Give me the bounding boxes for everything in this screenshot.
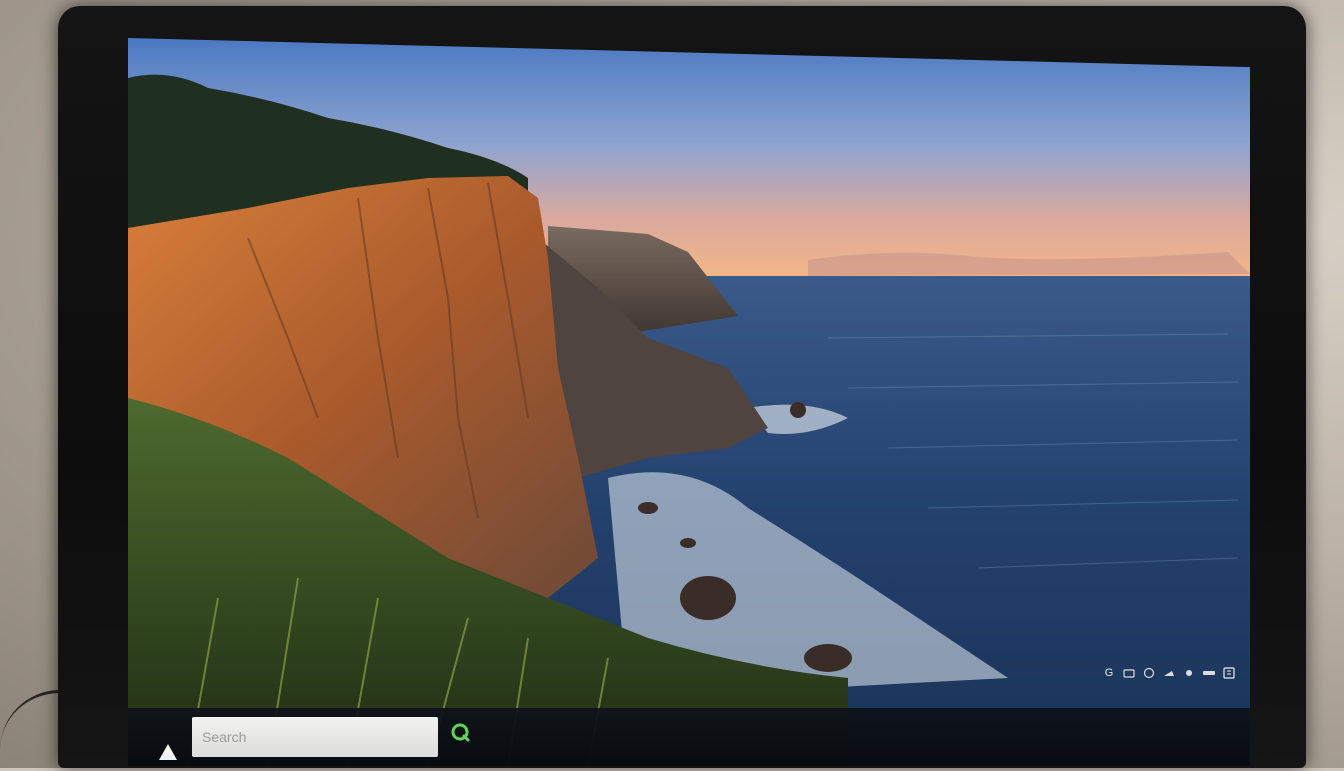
cloud-icon[interactable] (1142, 666, 1156, 680)
network-icon[interactable] (1122, 666, 1136, 680)
tray-label[interactable]: G (1102, 666, 1116, 680)
app-button[interactable] (446, 718, 474, 746)
display-icon[interactable] (1162, 666, 1176, 680)
triangle-up-icon (159, 744, 177, 760)
desktop-wallpaper (128, 38, 1250, 766)
volume-icon[interactable] (1202, 666, 1216, 680)
refresh-green-icon (451, 723, 470, 742)
wifi-icon[interactable] (1182, 666, 1196, 680)
system-tray: G (1102, 658, 1236, 688)
desktop-screen: G (128, 38, 1250, 766)
search-input[interactable] (192, 717, 438, 757)
taskbar-search[interactable] (192, 717, 438, 757)
start-button[interactable] (148, 737, 188, 766)
notification-icon[interactable] (1222, 666, 1236, 680)
